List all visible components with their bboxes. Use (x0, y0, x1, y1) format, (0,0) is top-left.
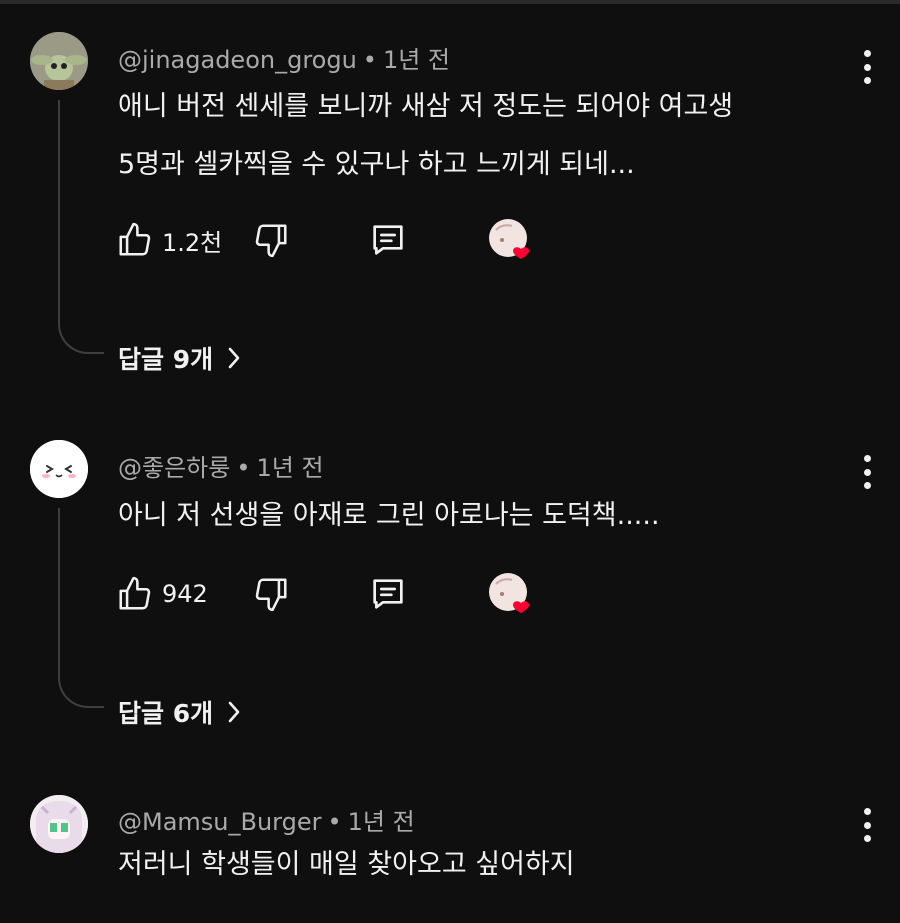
creator-heart (488, 570, 540, 618)
reply-button[interactable] (368, 570, 408, 618)
comment-line: 애니 버전 센세를 보니까 새삼 저 정도는 되어야 여고생 (118, 91, 734, 122)
like-icon (119, 222, 151, 256)
comment-text: 아니 저 선생을 아재로 그린 아로나는 도덕책..... (118, 487, 660, 545)
dislike-button[interactable] (252, 216, 290, 264)
comment-time: 1년 전 (347, 808, 415, 836)
chevron-right-icon (228, 701, 240, 723)
like-count: 942 (162, 580, 208, 608)
comment-actions: 942 (112, 570, 572, 618)
separator: • (362, 46, 377, 74)
comment-meta: @좋은하룽 • 1년 전 (118, 448, 324, 483)
separator: • (327, 808, 342, 836)
more-vert-icon[interactable] (855, 455, 879, 489)
comment-time: 1년 전 (382, 46, 451, 74)
dislike-icon (255, 224, 287, 258)
top-divider (0, 0, 900, 4)
reply-icon (373, 225, 403, 255)
author-name[interactable]: @좋은하룽 (118, 454, 230, 482)
separator: • (236, 454, 251, 482)
like-button[interactable]: 1.2천 (116, 216, 222, 264)
more-vert-icon[interactable] (855, 50, 879, 84)
avatar[interactable] (30, 440, 88, 498)
comment-line: 5명과 셀카찍을 수 있구나 하고 느끼게 되네... (118, 149, 635, 180)
replies-label: 답글 6개 (118, 699, 214, 728)
creator-heart-icon (489, 573, 529, 613)
more-vert-icon[interactable] (855, 808, 879, 842)
like-count: 1.2천 (162, 228, 223, 257)
creator-heart (488, 216, 540, 264)
replies-label: 답글 9개 (118, 345, 214, 374)
reply-icon (373, 579, 403, 609)
replies-toggle[interactable]: 답글 9개 (118, 340, 241, 376)
like-button[interactable]: 942 (116, 570, 208, 618)
author-name[interactable]: @jinagadeon_grogu (118, 46, 357, 74)
creator-heart-icon (489, 219, 529, 259)
comment-text: 저러니 학생들이 매일 찾아오고 싶어하지 (118, 836, 575, 894)
chevron-right-icon (228, 347, 240, 369)
thread-line (58, 100, 104, 354)
comment-time: 1년 전 (256, 454, 324, 482)
comment-actions: 1.2천 (112, 216, 572, 264)
like-icon (119, 576, 151, 610)
comment-text: 애니 버전 센세를 보니까 새삼 저 정도는 되어야 여고생 5명과 셀카찍을 … (118, 78, 733, 194)
comment-line: 아니 저 선생을 아재로 그린 아로나는 도덕책..... (118, 500, 660, 531)
reply-button[interactable] (368, 216, 408, 264)
comment-line: 저러니 학생들이 매일 찾아오고 싶어하지 (118, 849, 575, 880)
replies-toggle[interactable]: 답글 6개 (118, 694, 241, 730)
comment-meta: @jinagadeon_grogu • 1년 전 (118, 40, 450, 75)
dislike-button[interactable] (252, 570, 290, 618)
dislike-icon (255, 578, 287, 612)
author-name[interactable]: @Mamsu_Burger (118, 808, 322, 836)
avatar[interactable] (30, 32, 88, 90)
thread-line (58, 508, 104, 708)
comment-meta: @Mamsu_Burger • 1년 전 (118, 802, 415, 837)
avatar[interactable] (30, 795, 88, 853)
